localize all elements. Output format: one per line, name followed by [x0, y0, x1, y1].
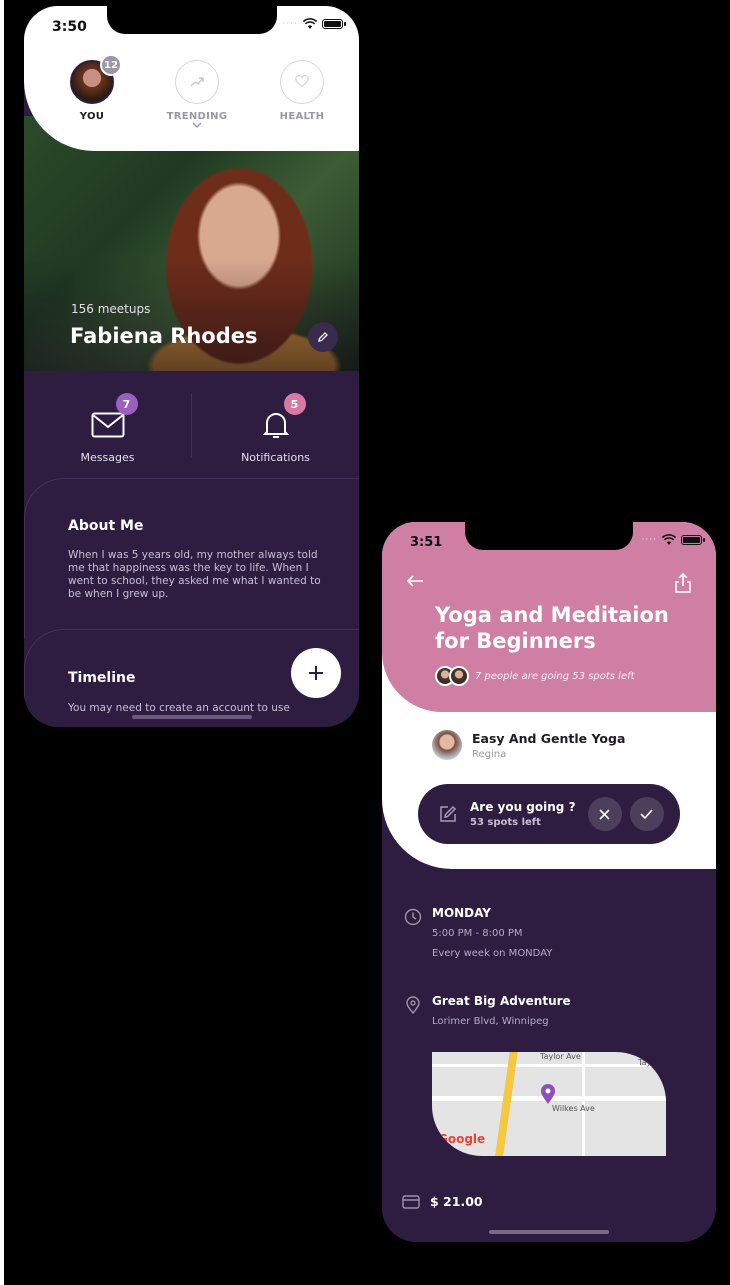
stats-panel: 7 Messages 5 Notifications — [24, 371, 359, 479]
pencil-icon — [318, 332, 328, 342]
notifications-badge: 5 — [283, 393, 306, 415]
left-edge-strip — [0, 0, 4, 1285]
attendees-row: 7 people are going 53 spots left — [435, 666, 635, 686]
decline-button[interactable] — [587, 797, 622, 831]
battery-icon — [322, 19, 346, 29]
attendees-text: 7 people are going 53 spots left — [475, 670, 635, 682]
messages-label: Messages — [80, 451, 135, 464]
price-value: $ 21.00 — [430, 1194, 483, 1209]
trending-icon — [175, 60, 219, 104]
about-title: About Me — [68, 518, 144, 534]
plus-icon — [309, 666, 323, 680]
schedule-day: MONDAY — [432, 906, 491, 920]
add-button[interactable] — [291, 648, 341, 698]
rsvp-spots: 53 spots left — [470, 817, 541, 828]
photo-shade — [24, 258, 359, 378]
profile-tabs: 12 YOU TRENDING HEALTH — [62, 54, 332, 129]
map-street-label: Tay — [638, 1058, 652, 1067]
map-street-label: Taylor Ave — [540, 1052, 581, 1061]
meetups-count: 156 meetups — [71, 302, 151, 316]
edit-note-icon — [440, 805, 457, 822]
signal-dots-icon: ···· — [282, 19, 298, 29]
location-name: Great Big Adventure — [432, 994, 571, 1008]
status-time: 3:50 — [52, 19, 87, 35]
edit-profile-button[interactable] — [308, 322, 338, 352]
heart-icon — [280, 60, 324, 104]
host-title: Easy And Gentle Yoga — [472, 730, 626, 746]
tab-you-label: YOU — [79, 111, 105, 122]
status-icons: ···· — [641, 534, 705, 546]
tab-health-label: HEALTH — [279, 111, 325, 122]
notifications-button[interactable]: 5 Notifications — [192, 389, 359, 464]
location-block: Great Big Adventure Lorimer Blvd, Winnip… — [404, 994, 571, 1027]
envelope-icon: 7 — [90, 393, 138, 443]
device-notch — [106, 6, 277, 34]
tab-you-badge: 12 — [100, 54, 122, 76]
rsvp-bar: Are you going ? 53 spots left — [418, 784, 680, 844]
profile-header: 3:50 ···· 12 YOU TRENDING HEALTH — [24, 6, 359, 151]
device-notch — [465, 522, 633, 550]
home-indicator — [489, 1230, 609, 1234]
schedule-recurrence: Every week on MONDAY — [432, 948, 553, 959]
chevron-down-icon — [192, 122, 202, 128]
location-pin-icon — [406, 996, 420, 1014]
timeline-title: Timeline — [68, 670, 136, 686]
price-row: $ 21.00 — [402, 1194, 483, 1209]
card-icon — [402, 1194, 420, 1209]
clock-icon — [404, 908, 422, 926]
check-icon — [640, 809, 653, 819]
tab-trending-label: TRENDING — [166, 111, 228, 122]
back-arrow-icon[interactable] — [406, 574, 424, 588]
profile-name: Fabiena Rhodes — [70, 324, 258, 348]
host-name: Regina — [472, 748, 507, 760]
tab-you[interactable]: 12 YOU — [62, 54, 122, 129]
battery-icon — [681, 535, 705, 545]
home-indicator — [131, 715, 252, 719]
close-icon — [599, 808, 610, 820]
location-map[interactable]: Taylor Ave Wilkes Ave Tay Google — [432, 1052, 666, 1156]
tab-health[interactable]: HEALTH — [272, 60, 332, 129]
map-pin-icon — [541, 1084, 555, 1104]
map-street-label: Wilkes Ave — [552, 1104, 595, 1113]
wifi-icon — [303, 18, 317, 29]
user-avatar: 12 — [70, 54, 122, 104]
google-logo: Google — [438, 1132, 486, 1146]
tab-trending[interactable]: TRENDING — [167, 60, 227, 129]
rsvp-question: Are you going ? — [470, 800, 576, 814]
map-road — [432, 1064, 666, 1067]
status-icons: ···· — [282, 18, 346, 30]
host-avatar — [432, 730, 462, 760]
profile-screen: 3:50 ···· 12 YOU TRENDING HEALTH 156 mee… — [24, 6, 359, 727]
messages-button[interactable]: 7 Messages — [24, 389, 191, 464]
profile-photo: 156 meetups Fabiena Rhodes — [24, 116, 359, 378]
about-text: When I was 5 years old, my mother always… — [68, 549, 321, 600]
schedule-time: 5:00 PM - 8:00 PM — [432, 928, 523, 939]
accept-button[interactable] — [629, 797, 664, 831]
map-highway — [492, 1052, 520, 1156]
signal-dots-icon: ···· — [641, 535, 657, 545]
timeline-text: You may need to create an account to use — [68, 702, 290, 714]
share-icon[interactable] — [674, 572, 692, 594]
status-time: 3:51 — [410, 535, 443, 550]
attendee-avatar — [449, 666, 469, 686]
schedule-block: MONDAY 5:00 PM - 8:00 PM Every week on M… — [404, 906, 552, 959]
event-screen: 3:51 ···· Yoga and Meditaion for Beginne… — [382, 522, 716, 1242]
messages-badge: 7 — [115, 393, 138, 415]
notifications-label: Notifications — [241, 451, 310, 464]
wifi-icon — [662, 534, 676, 545]
event-title: Yoga and Meditaion for Beginners — [435, 603, 669, 653]
location-address: Lorimer Blvd, Winnipeg — [432, 1016, 549, 1027]
bell-icon: 5 — [258, 393, 306, 443]
host-row[interactable]: Easy And Gentle Yoga Regina — [432, 730, 625, 760]
